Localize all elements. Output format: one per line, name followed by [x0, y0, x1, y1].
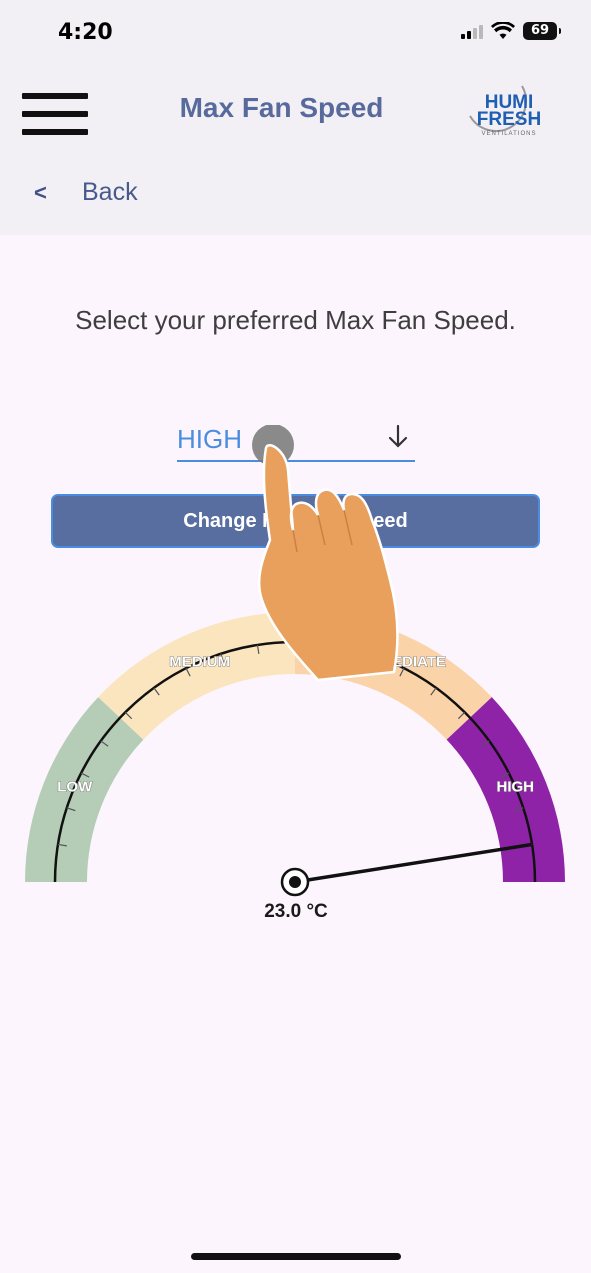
battery-icon: 69: [523, 22, 561, 40]
gauge-label-low: LOW: [57, 779, 93, 796]
gauge-needle: [293, 843, 532, 884]
gauge-zone-medium: [98, 612, 296, 740]
home-indicator: [191, 1253, 401, 1260]
humifresh-logo: HUMI FRESH VENTILATIONS: [469, 85, 541, 137]
svg-text:VENTILATIONS: VENTILATIONS: [482, 131, 537, 137]
fan-speed-gauge: LOW MEDIUM INTERMEDIATE HIGH: [25, 612, 565, 897]
status-time: 4:20: [58, 20, 113, 45]
back-button[interactable]: < Back: [34, 178, 138, 207]
arrow-down-icon: [388, 424, 408, 448]
cellular-signal-icon: [461, 23, 483, 39]
fan-speed-select[interactable]: HIGH: [177, 420, 415, 462]
status-icons: 69: [461, 22, 561, 40]
wifi-icon: [491, 22, 515, 39]
instruction-text: Select your preferred Max Fan Speed.: [75, 305, 516, 335]
chevron-left-icon: <: [34, 179, 47, 205]
back-label: Back: [82, 178, 138, 206]
change-max-fan-speed-button[interactable]: Change Max Fan Speed: [51, 494, 540, 548]
gauge-label-high: HIGH: [497, 779, 535, 796]
svg-text:FRESH: FRESH: [477, 109, 541, 130]
app-header: 4:20 69 Max Fan Speed HUMI FRESH VENTILA…: [0, 0, 591, 235]
gauge-value-label: 23.0 °C: [264, 901, 328, 922]
gauge-label-medium: MEDIUM: [169, 654, 230, 671]
gauge-zone-intermediate: [295, 612, 492, 740]
gauge-needle-hub-center: [289, 876, 301, 888]
gauge-label-intermediate: INTERMEDIATE: [335, 654, 446, 671]
select-value: HIGH: [177, 424, 242, 454]
